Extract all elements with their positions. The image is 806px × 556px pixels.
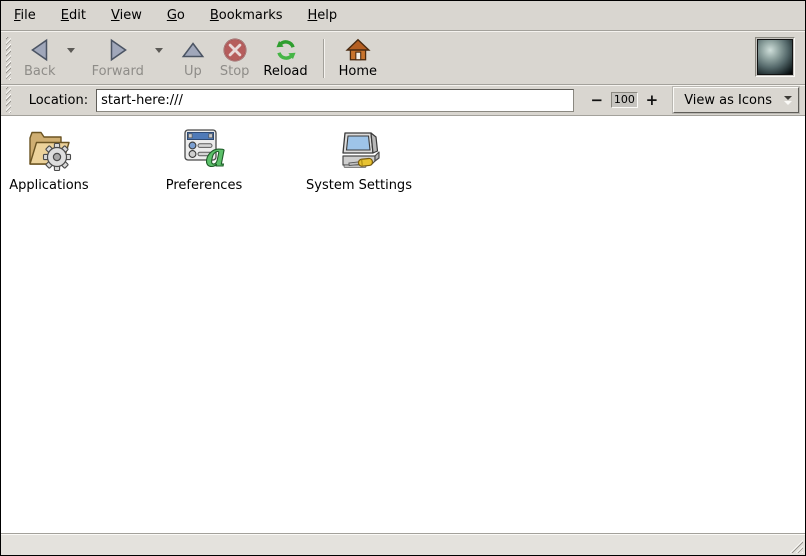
location-input[interactable] — [96, 89, 573, 112]
forward-button[interactable]: Forward — [85, 35, 151, 81]
system-settings-label: System Settings — [306, 178, 412, 193]
zoom-level-indicator: 100 — [611, 92, 638, 108]
reload-button[interactable]: Reload — [256, 35, 314, 81]
forward-history-dropdown[interactable] — [151, 35, 167, 65]
menu-file[interactable]: File — [11, 6, 39, 25]
back-arrow-icon — [27, 37, 53, 63]
menu-go[interactable]: Go — [164, 6, 188, 25]
reload-label: Reload — [263, 64, 307, 79]
up-button[interactable]: Up — [173, 35, 213, 81]
menu-help[interactable]: Help — [305, 6, 341, 25]
view-mode-label: View as Icons — [684, 93, 772, 108]
forward-label: Forward — [92, 64, 144, 79]
back-history-dropdown[interactable] — [63, 35, 79, 65]
back-label: Back — [24, 64, 56, 79]
applications-item[interactable]: Applications — [1, 125, 97, 193]
dropdown-arrow-icon — [782, 96, 794, 105]
up-arrow-icon — [180, 37, 206, 63]
preferences-item[interactable]: a Preferences — [156, 125, 252, 193]
back-button[interactable]: Back — [17, 35, 63, 81]
up-label: Up — [184, 64, 202, 79]
chevron-down-icon — [155, 48, 163, 53]
menu-bar: File Edit View Go Bookmarks Help — [1, 1, 805, 31]
applications-folder-gear-icon — [25, 125, 73, 173]
toolbar-grip-handle[interactable] — [6, 37, 11, 80]
stop-label: Stop — [220, 64, 250, 79]
preferences-label: Preferences — [166, 178, 242, 193]
svg-text:a: a — [206, 136, 227, 173]
toolbar: Back Forward Up S — [1, 31, 805, 85]
home-label: Home — [339, 64, 377, 79]
location-bar-grip-handle[interactable] — [6, 87, 11, 113]
stop-icon — [222, 37, 248, 63]
reload-icon — [273, 37, 299, 63]
preferences-capplet-icon: a — [180, 125, 228, 173]
throbber-globe-icon — [757, 39, 793, 75]
system-settings-monitor-screwdriver-icon — [335, 125, 383, 173]
home-button[interactable]: Home — [332, 35, 384, 81]
chevron-down-icon — [67, 48, 75, 53]
throbber-frame — [755, 37, 795, 77]
resize-grip[interactable] — [788, 538, 803, 553]
menu-edit[interactable]: Edit — [58, 6, 89, 25]
menu-view[interactable]: View — [108, 6, 145, 25]
toolbar-separator — [323, 39, 324, 78]
home-icon — [345, 37, 371, 63]
zoom-in-button[interactable]: + — [643, 91, 662, 109]
location-label: Location: — [29, 93, 88, 108]
view-mode-dropdown[interactable]: View as Icons — [673, 87, 799, 113]
system-settings-item[interactable]: System Settings — [311, 125, 407, 193]
forward-arrow-icon — [105, 37, 131, 63]
menu-bookmarks[interactable]: Bookmarks — [207, 6, 286, 25]
status-bar — [1, 533, 805, 555]
applications-label: Applications — [9, 178, 88, 193]
file-manager-window: File Edit View Go Bookmarks Help Back Fo… — [0, 0, 806, 556]
icon-view-pane[interactable]: Applications a Preferences — [1, 116, 805, 533]
zoom-out-button[interactable]: − — [588, 91, 607, 109]
stop-button[interactable]: Stop — [213, 35, 257, 81]
location-bar: Location: − 100 + View as Icons — [1, 85, 805, 116]
